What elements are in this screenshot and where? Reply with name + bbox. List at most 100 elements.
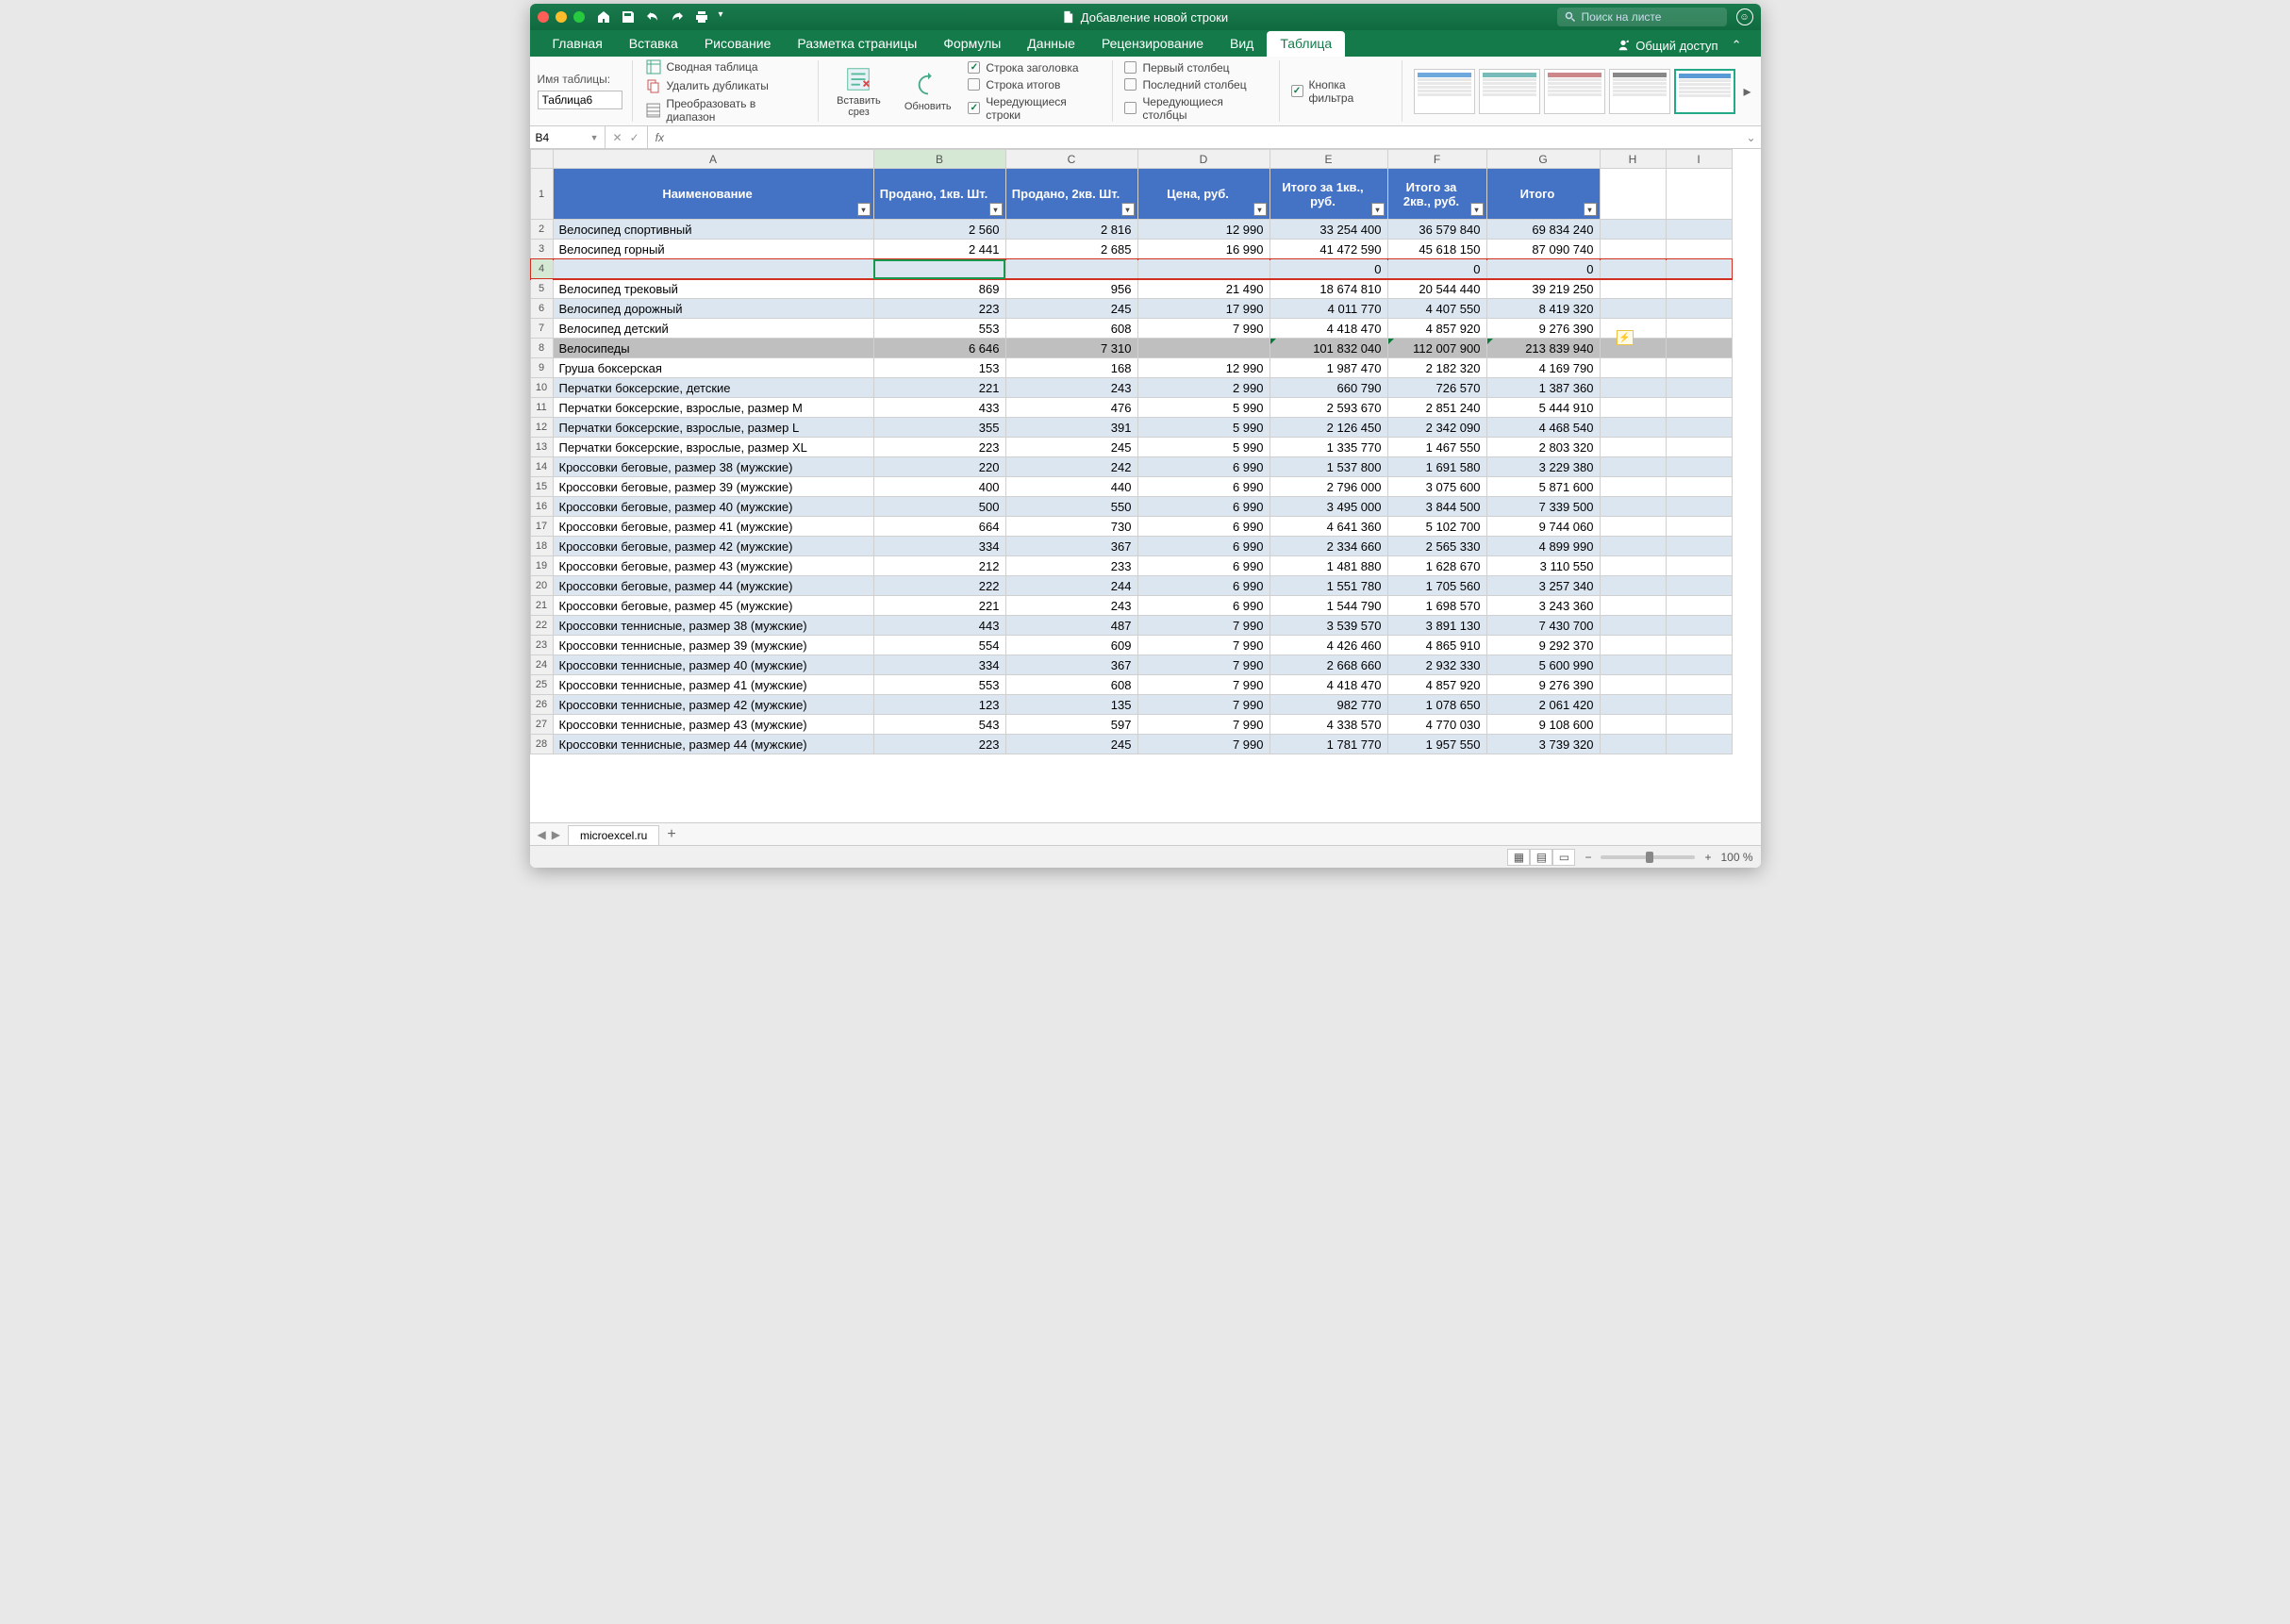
cell[interactable] (1666, 537, 1732, 556)
cell[interactable]: 4 857 920 (1387, 675, 1486, 695)
cell[interactable]: 0 (1269, 259, 1387, 279)
cell[interactable]: 1 544 790 (1269, 596, 1387, 616)
prev-sheet-icon[interactable]: ◀ (538, 828, 546, 841)
cell[interactable] (1666, 299, 1732, 319)
cell[interactable]: 18 674 810 (1269, 279, 1387, 299)
cell[interactable]: 233 (1005, 556, 1137, 576)
col-header-C[interactable]: C (1005, 150, 1137, 169)
feedback-icon[interactable]: ☺ (1736, 8, 1753, 25)
cell[interactable]: 476 (1005, 398, 1137, 418)
cell[interactable]: 223 (873, 735, 1005, 754)
zoom-out-icon[interactable]: − (1585, 851, 1591, 864)
search-box[interactable]: Поиск на листе (1557, 8, 1727, 26)
tab-table[interactable]: Таблица (1267, 31, 1345, 57)
tab-draw[interactable]: Рисование (691, 31, 785, 57)
cell[interactable]: 12 990 (1137, 358, 1269, 378)
row-header[interactable]: 9 (530, 358, 553, 378)
filter-icon[interactable]: ▾ (989, 203, 1003, 216)
first-col-checkbox[interactable]: Первый столбец (1124, 60, 1269, 75)
col-header-G[interactable]: G (1486, 150, 1600, 169)
collapse-ribbon-icon[interactable]: ⌃ (1732, 38, 1742, 53)
cell[interactable]: 334 (873, 537, 1005, 556)
cell[interactable]: 8 419 320 (1486, 299, 1600, 319)
cell[interactable] (1600, 477, 1666, 497)
cell[interactable]: 5 990 (1137, 418, 1269, 438)
cell[interactable]: 2 441 (873, 240, 1005, 259)
tab-formulas[interactable]: Формулы (930, 31, 1014, 57)
fx-icon[interactable]: fx (648, 131, 672, 144)
cell[interactable]: 554 (873, 636, 1005, 655)
th-sold-q1[interactable]: Продано, 1кв. Шт.▾ (873, 169, 1005, 220)
cell[interactable]: Велосипед дорожный (553, 299, 873, 319)
total-row-checkbox[interactable]: Строка итогов (968, 77, 1103, 92)
cell[interactable]: Кроссовки теннисные, размер 43 (мужские) (553, 715, 873, 735)
cell[interactable]: 213 839 940 (1486, 339, 1600, 358)
qat-more-icon[interactable]: ▾ (719, 9, 734, 25)
cell[interactable] (1600, 655, 1666, 675)
cell[interactable]: 12 990 (1137, 220, 1269, 240)
cell[interactable]: 543 (873, 715, 1005, 735)
cell[interactable]: 3 110 550 (1486, 556, 1600, 576)
cell[interactable]: Кроссовки теннисные, размер 39 (мужские) (553, 636, 873, 655)
cell[interactable]: 4 011 770 (1269, 299, 1387, 319)
cell[interactable]: 1 481 880 (1269, 556, 1387, 576)
cell[interactable]: 2 796 000 (1269, 477, 1387, 497)
cell[interactable]: 20 544 440 (1387, 279, 1486, 299)
col-header-A[interactable]: A (553, 150, 873, 169)
cell[interactable] (1600, 220, 1666, 240)
cell[interactable]: 609 (1005, 636, 1137, 655)
filter-icon[interactable]: ▾ (1584, 203, 1597, 216)
cell[interactable]: Перчатки боксерские, детские (553, 378, 873, 398)
banded-cols-checkbox[interactable]: Чередующиеся столбцы (1124, 94, 1269, 123)
last-col-checkbox[interactable]: Последний столбец (1124, 77, 1269, 92)
row-header[interactable]: 11 (530, 398, 553, 418)
cell[interactable]: 7 990 (1137, 319, 1269, 339)
cell[interactable] (1666, 398, 1732, 418)
cell[interactable]: 4 641 360 (1269, 517, 1387, 537)
cell[interactable]: 1 698 570 (1387, 596, 1486, 616)
cell[interactable]: Перчатки боксерские, взрослые, размер XL (553, 438, 873, 457)
row-header[interactable]: 20 (530, 576, 553, 596)
cell[interactable] (1666, 497, 1732, 517)
row-header-1[interactable]: 1 (530, 169, 553, 220)
close-button[interactable] (538, 11, 549, 23)
cell[interactable]: 2 593 670 (1269, 398, 1387, 418)
cell[interactable]: 21 490 (1137, 279, 1269, 299)
cell[interactable] (1600, 537, 1666, 556)
cell[interactable]: 69 834 240 (1486, 220, 1600, 240)
cell[interactable] (1600, 299, 1666, 319)
cell[interactable] (1137, 259, 1269, 279)
banded-rows-checkbox[interactable]: Чередующиеся строки (968, 94, 1103, 123)
cell[interactable]: 6 990 (1137, 517, 1269, 537)
spreadsheet-grid[interactable]: A B C D E F G H I 1 Наименование▾ Продан… (530, 149, 1761, 822)
cell[interactable] (1600, 715, 1666, 735)
cell[interactable]: 433 (873, 398, 1005, 418)
insert-slicer-button[interactable]: Вставить срез (830, 60, 888, 122)
cell[interactable]: 123 (873, 695, 1005, 715)
cell[interactable]: Кроссовки теннисные, размер 40 (мужские) (553, 655, 873, 675)
cell[interactable]: 4 865 910 (1387, 636, 1486, 655)
cell[interactable]: 222 (873, 576, 1005, 596)
cell[interactable]: 221 (873, 378, 1005, 398)
cell[interactable]: 6 990 (1137, 576, 1269, 596)
cell[interactable]: Кроссовки беговые, размер 42 (мужские) (553, 537, 873, 556)
table-style-5[interactable] (1674, 69, 1735, 114)
cell[interactable]: 1 335 770 (1269, 438, 1387, 457)
cell[interactable]: 2 182 320 (1387, 358, 1486, 378)
row-header[interactable]: 15 (530, 477, 553, 497)
cancel-formula-icon[interactable]: ✕ (613, 131, 622, 144)
cell[interactable]: 391 (1005, 418, 1137, 438)
cell[interactable]: 242 (1005, 457, 1137, 477)
cell[interactable] (1666, 339, 1732, 358)
cell[interactable]: 3 257 340 (1486, 576, 1600, 596)
cell[interactable]: 4 857 920 (1387, 319, 1486, 339)
col-header-F[interactable]: F (1387, 150, 1486, 169)
cell[interactable]: Перчатки боксерские, взрослые, размер M (553, 398, 873, 418)
cell[interactable]: 41 472 590 (1269, 240, 1387, 259)
filter-icon[interactable]: ▾ (1371, 203, 1385, 216)
cell[interactable]: 334 (873, 655, 1005, 675)
cell[interactable]: 243 (1005, 378, 1137, 398)
cell[interactable]: 4 426 460 (1269, 636, 1387, 655)
cell[interactable]: 3 891 130 (1387, 616, 1486, 636)
normal-view-icon[interactable]: ▦ (1507, 849, 1530, 866)
